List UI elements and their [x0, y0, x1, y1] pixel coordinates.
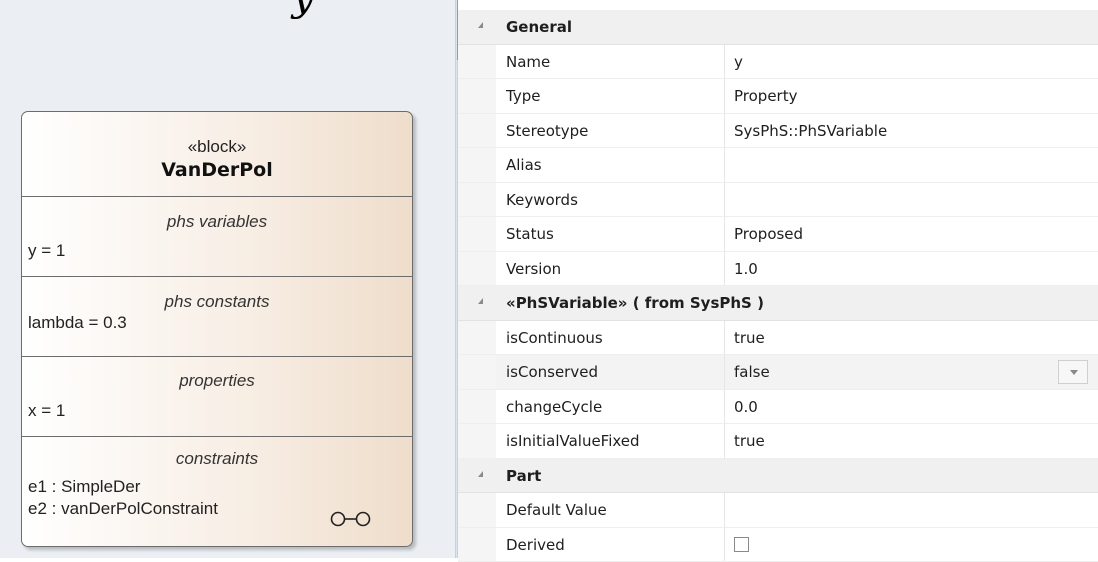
- property-row-derived[interactable]: Derived: [458, 528, 1098, 562]
- property-value[interactable]: false: [734, 363, 770, 381]
- property-row-default-value[interactable]: Default Value: [458, 493, 1098, 528]
- property-name: changeCycle: [506, 398, 602, 416]
- property-value[interactable]: SysPhS::PhSVariable: [734, 122, 887, 140]
- compartment-line[interactable]: e2 : vanDerPolConstraint: [28, 499, 218, 519]
- dropdown-button[interactable]: [1058, 360, 1088, 384]
- category-label: General: [506, 18, 572, 36]
- category-label: Part: [506, 467, 541, 485]
- property-value[interactable]: y: [734, 53, 743, 71]
- compartment-title: properties: [22, 371, 412, 391]
- property-row-type[interactable]: Type Property: [458, 79, 1098, 114]
- block-header: «block» VanDerPol: [22, 112, 412, 196]
- property-row-version[interactable]: Version 1.0: [458, 252, 1098, 287]
- property-row-isconserved[interactable]: isConserved false: [458, 355, 1098, 390]
- collapse-arrow-icon[interactable]: [478, 298, 483, 304]
- category-phsvariable[interactable]: «PhSVariable» ( from SysPhS ): [458, 286, 1098, 321]
- compartment-title: phs constants: [22, 292, 412, 312]
- compartment-line[interactable]: x = 1: [28, 401, 65, 421]
- compartment-phs-constants: phs constants lambda = 0.3: [22, 276, 412, 356]
- property-row-status[interactable]: Status Proposed: [458, 217, 1098, 252]
- property-name: Alias: [506, 156, 542, 174]
- property-name: Stereotype: [506, 122, 588, 140]
- property-name: isContinuous: [506, 329, 603, 347]
- collapse-arrow-icon[interactable]: [478, 471, 483, 477]
- block-vanderpol[interactable]: «block» VanDerPol phs variables y = 1 ph…: [21, 111, 413, 547]
- block-name: VanDerPol: [22, 159, 412, 181]
- compartment-line[interactable]: lambda = 0.3: [28, 313, 127, 333]
- diagram-canvas[interactable]: y «block» VanDerPol phs variables y = 1 …: [0, 0, 455, 558]
- category-part[interactable]: Part: [458, 459, 1098, 494]
- property-name: Type: [506, 87, 540, 105]
- category-general[interactable]: General: [458, 10, 1098, 45]
- property-value[interactable]: true: [734, 432, 765, 450]
- property-row-keywords[interactable]: Keywords: [458, 183, 1098, 218]
- diagram-top-text: y: [292, 0, 315, 20]
- property-row-stereotype[interactable]: Stereotype SysPhS::PhSVariable: [458, 114, 1098, 149]
- block-stereotype: «block»: [22, 137, 412, 157]
- property-name: Keywords: [506, 191, 578, 209]
- compartment-properties: properties x = 1: [22, 356, 412, 436]
- compartment-title: constraints: [22, 449, 412, 469]
- property-name: Derived: [506, 536, 565, 554]
- compartment-phs-variables: phs variables y = 1: [22, 196, 412, 276]
- compartment-constraints: constraints e1 : SimpleDer e2 : vanDerPo…: [22, 436, 412, 547]
- category-label: «PhSVariable» ( from SysPhS ): [506, 294, 764, 312]
- property-name: Status: [506, 225, 554, 243]
- property-name: isConserved: [506, 363, 598, 381]
- glasses-icon: [325, 510, 385, 528]
- chevron-down-icon: [1070, 370, 1078, 375]
- compartment-line[interactable]: e1 : SimpleDer: [28, 477, 140, 497]
- collapse-arrow-icon[interactable]: [478, 22, 483, 28]
- property-name: Version: [506, 260, 561, 278]
- compartment-title: phs variables: [22, 212, 412, 232]
- property-row-alias[interactable]: Alias: [458, 148, 1098, 183]
- property-name: Default Value: [506, 501, 607, 519]
- property-row-isinitialvaluefixed[interactable]: isInitialValueFixed true: [458, 424, 1098, 459]
- property-value[interactable]: 0.0: [734, 398, 758, 416]
- property-value[interactable]: Proposed: [734, 225, 803, 243]
- property-row-name[interactable]: Name y: [458, 45, 1098, 80]
- property-name: Name: [506, 53, 550, 71]
- property-value[interactable]: Property: [734, 87, 797, 105]
- derived-checkbox[interactable]: [734, 537, 749, 552]
- compartment-line[interactable]: y = 1: [28, 241, 65, 261]
- property-row-iscontinuous[interactable]: isContinuous true: [458, 321, 1098, 356]
- property-grid: General Name y Type Property Stereotype …: [458, 10, 1098, 558]
- property-value[interactable]: 1.0: [734, 260, 758, 278]
- property-name: isInitialValueFixed: [506, 432, 640, 450]
- property-value[interactable]: true: [734, 329, 765, 347]
- property-row-changecycle[interactable]: changeCycle 0.0: [458, 390, 1098, 425]
